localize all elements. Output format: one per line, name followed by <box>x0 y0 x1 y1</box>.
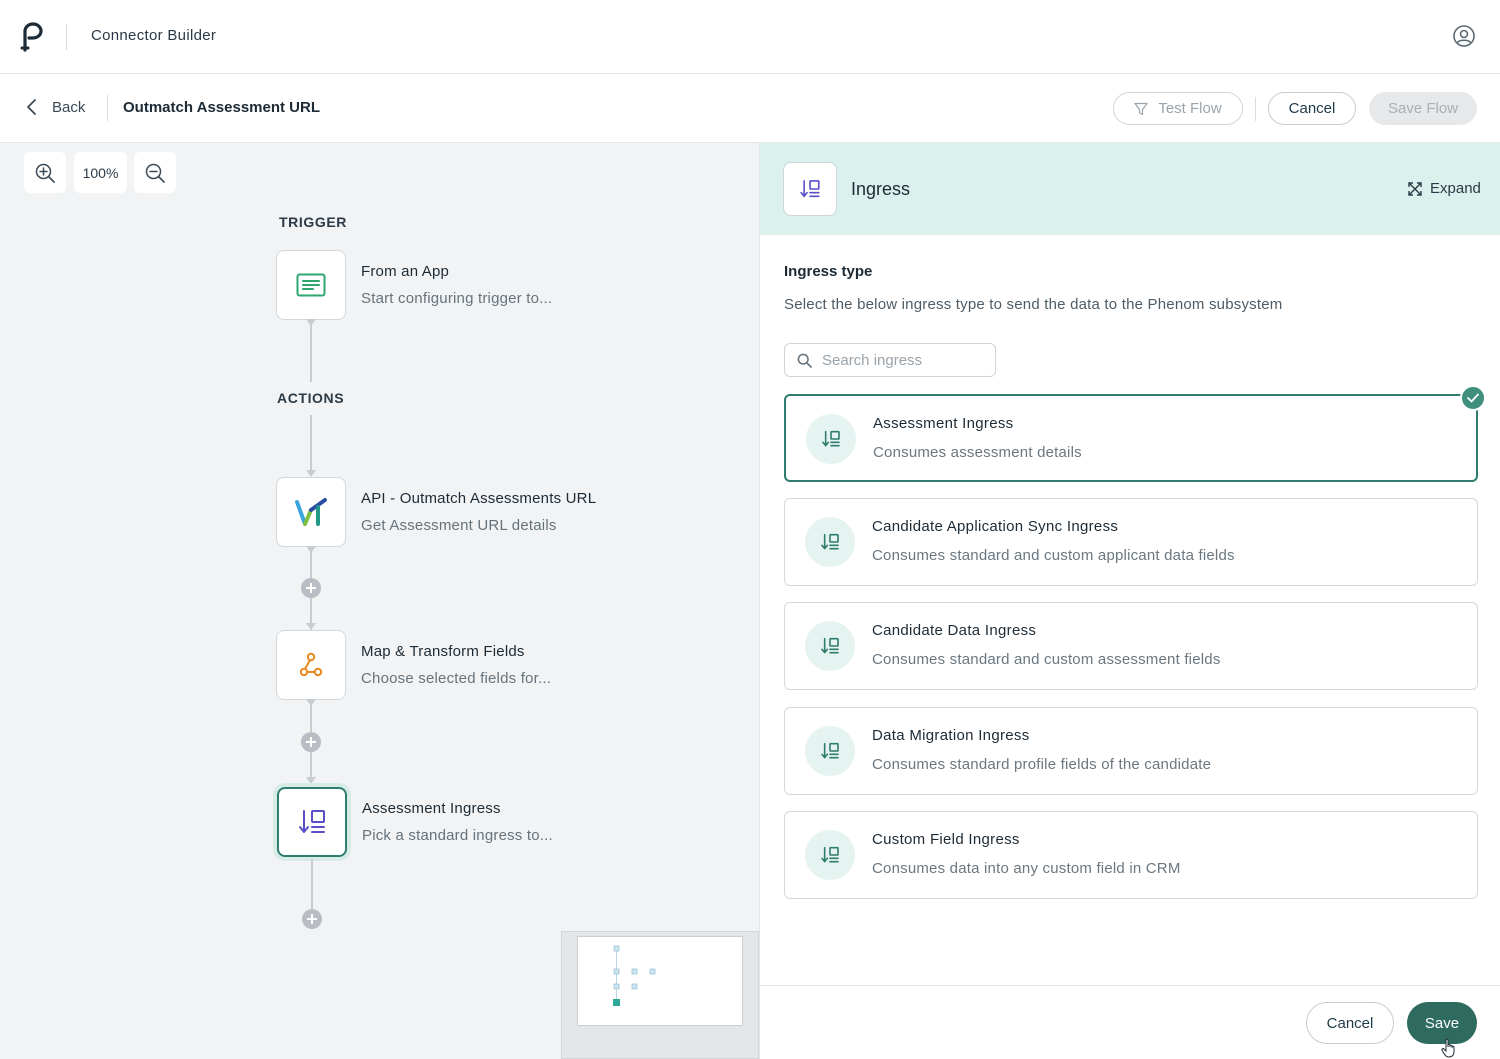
connector-arrow <box>306 623 316 630</box>
ingress-icon <box>821 533 839 550</box>
actions-section-label: ACTIONS <box>277 390 345 406</box>
zoom-out-button[interactable] <box>134 152 176 193</box>
app-title: Connector Builder <box>91 27 217 44</box>
user-profile-icon[interactable] <box>1452 24 1476 48</box>
zoom-in-button[interactable] <box>24 152 66 193</box>
hand-cursor-icon <box>1441 1038 1455 1058</box>
form-icon <box>296 273 326 297</box>
ingress-icon <box>821 846 839 863</box>
panel-footer: Cancel Save <box>760 985 1500 1059</box>
node-title: API - Outmatch Assessments URL <box>361 490 597 507</box>
ingress-option-assessment[interactable]: Assessment Ingress Consumes assessment d… <box>784 394 1478 482</box>
minimap-viewport[interactable] <box>577 936 743 1026</box>
node-title: Map & Transform Fields <box>361 643 525 660</box>
trigger-node-from-app[interactable] <box>276 250 346 320</box>
node-subtitle: Get Assessment URL details <box>361 517 557 534</box>
filter-icon <box>1134 102 1148 115</box>
zoom-out-icon <box>145 163 165 183</box>
zoom-in-icon <box>35 163 55 183</box>
flow-canvas[interactable]: 100% TRIGGER From an App Start configuri… <box>0 143 759 1059</box>
option-subtitle: Consumes standard and custom assessment … <box>872 651 1221 668</box>
panel-ingress-icon-box <box>783 162 837 216</box>
ingress-type-description: Select the below ingress type to send th… <box>784 296 1283 313</box>
cancel-button[interactable]: Cancel <box>1306 1002 1394 1044</box>
save-flow-button[interactable]: Save Flow <box>1369 92 1477 125</box>
option-title: Custom Field Ingress <box>872 831 1020 848</box>
phenom-logo-icon[interactable] <box>20 22 46 52</box>
option-ingress-icon <box>806 414 856 464</box>
option-title: Assessment Ingress <box>873 415 1014 432</box>
zoom-level: 100% <box>74 152 127 193</box>
option-title: Data Migration Ingress <box>872 727 1030 744</box>
connector-arrow <box>306 699 316 706</box>
expand-button[interactable]: Expand <box>1408 180 1481 197</box>
back-button[interactable]: Back <box>24 98 85 116</box>
option-subtitle: Consumes assessment details <box>873 444 1082 461</box>
node-title: Assessment Ingress <box>362 800 501 817</box>
connector-arrow <box>306 546 316 553</box>
add-step-button[interactable] <box>302 909 322 929</box>
node-subtitle: Start configuring trigger to... <box>361 290 553 307</box>
ingress-icon <box>822 430 840 447</box>
ingress-icon <box>299 810 325 833</box>
option-ingress-icon <box>805 517 855 567</box>
toolbar-divider <box>1255 97 1256 121</box>
expand-label: Expand <box>1430 180 1481 197</box>
option-subtitle: Consumes data into any custom field in C… <box>872 860 1181 877</box>
connector-arrow <box>306 319 316 326</box>
add-step-button[interactable] <box>301 732 321 752</box>
test-flow-button[interactable]: Test Flow <box>1113 92 1243 125</box>
option-ingress-icon <box>805 830 855 880</box>
flow-toolbar: Back Outmatch Assessment URL Test Flow C… <box>0 75 1500 143</box>
option-subtitle: Consumes standard profile fields of the … <box>872 756 1212 773</box>
test-flow-label: Test Flow <box>1158 100 1222 117</box>
cancel-flow-button[interactable]: Cancel <box>1268 92 1356 125</box>
selected-check-icon <box>1460 385 1486 411</box>
connector-line <box>311 859 313 911</box>
connector-arrow <box>306 777 316 784</box>
action-node-assessment-ingress[interactable] <box>277 787 347 857</box>
node-subtitle: Pick a standard ingress to... <box>362 827 553 844</box>
chevron-left-icon <box>27 99 36 115</box>
expand-icon <box>1408 181 1422 196</box>
ingress-option-data-migration[interactable]: Data Migration Ingress Consumes standard… <box>784 707 1478 795</box>
toolbar-divider <box>107 95 108 121</box>
option-subtitle: Consumes standard and custom applicant d… <box>872 547 1235 564</box>
top-header: Connector Builder <box>0 0 1500 74</box>
connector-line <box>310 320 312 382</box>
panel-header: Ingress Expand <box>760 143 1500 235</box>
option-ingress-icon <box>805 621 855 671</box>
node-subtitle: Choose selected fields for... <box>361 670 552 687</box>
ingress-option-candidate-application-sync[interactable]: Candidate Application Sync Ingress Consu… <box>784 498 1478 586</box>
ingress-option-candidate-data[interactable]: Candidate Data Ingress Consumes standard… <box>784 602 1478 690</box>
node-title: From an App <box>361 263 450 280</box>
ingress-option-custom-field[interactable]: Custom Field Ingress Consumes data into … <box>784 811 1478 899</box>
trigger-section-label: TRIGGER <box>279 214 347 230</box>
back-label: Back <box>52 98 86 116</box>
ingress-type-heading: Ingress type <box>784 263 873 280</box>
option-title: Candidate Data Ingress <box>872 622 1037 639</box>
option-title: Candidate Application Sync Ingress <box>872 518 1119 535</box>
ingress-icon <box>821 637 839 654</box>
flow-title: Outmatch Assessment URL <box>123 99 320 116</box>
option-ingress-icon <box>805 726 855 776</box>
minimap[interactable] <box>561 931 759 1059</box>
panel-title: Ingress <box>851 179 911 199</box>
ingress-icon <box>800 180 820 198</box>
connector-arrow <box>306 470 316 477</box>
action-node-map-transform[interactable] <box>276 630 346 700</box>
action-node-api-outmatch[interactable] <box>276 477 346 547</box>
search-icon <box>797 353 812 368</box>
transform-icon <box>299 652 323 677</box>
header-divider <box>66 24 67 50</box>
connector-line <box>310 415 312 473</box>
minimap-preview <box>613 945 656 1006</box>
search-ingress-field[interactable] <box>784 343 996 377</box>
outmatch-logo-icon <box>295 498 327 526</box>
add-step-button[interactable] <box>301 578 321 598</box>
search-ingress-input[interactable] <box>822 351 982 369</box>
ingress-config-panel: Ingress Expand Ingress type Select the b… <box>759 143 1500 1059</box>
ingress-icon <box>821 742 839 759</box>
